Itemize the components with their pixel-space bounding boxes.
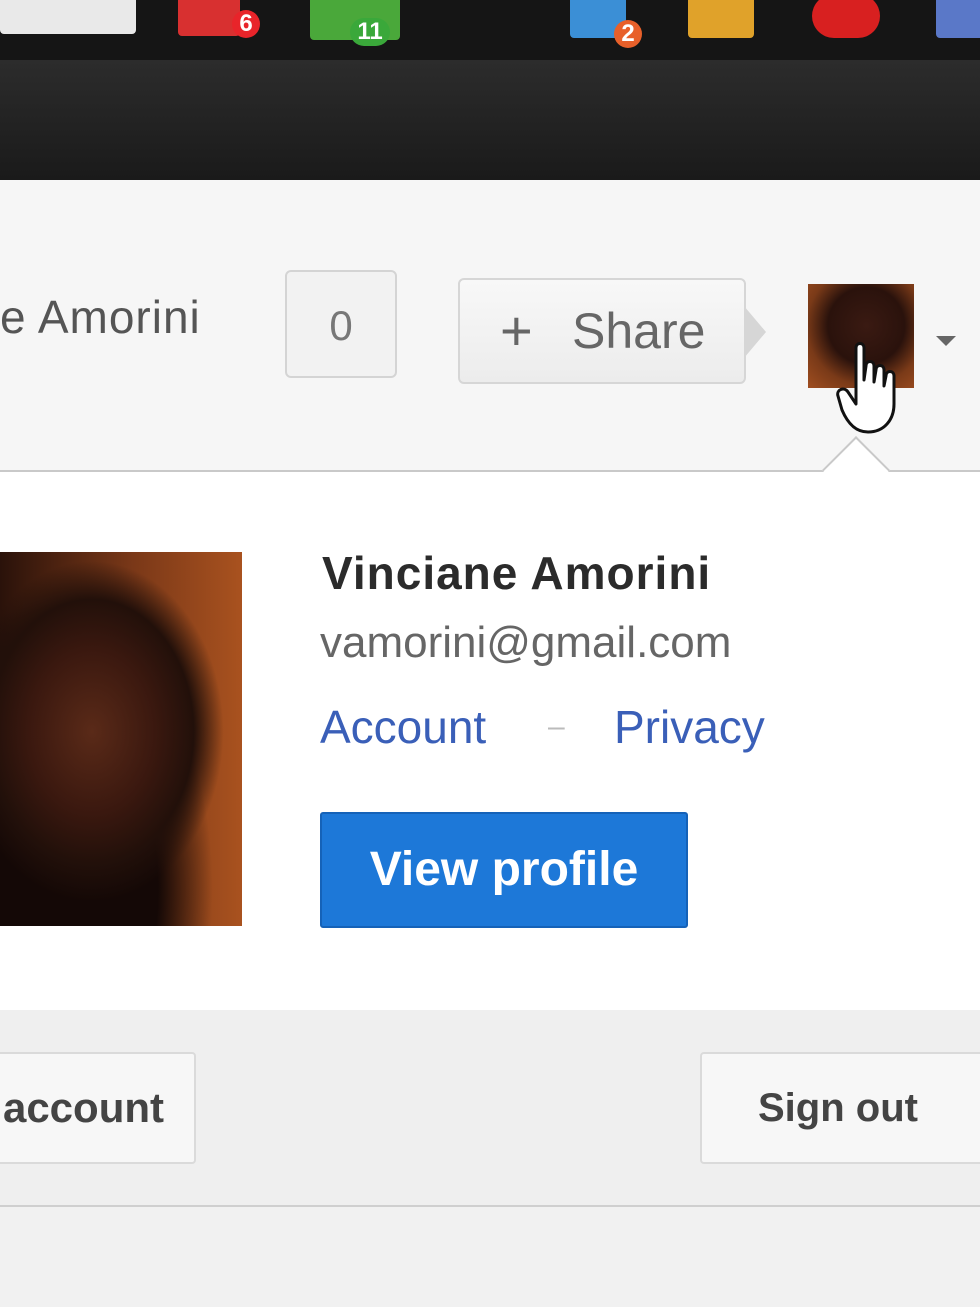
plus-icon: + <box>500 299 533 362</box>
share-label: Share <box>572 303 706 359</box>
tool-icon[interactable] <box>688 0 754 38</box>
taskbar: 6 11 2 <box>0 0 980 60</box>
profile-photo[interactable] <box>0 552 242 926</box>
share-button[interactable]: + Share <box>458 278 746 384</box>
cloud-badge: 2 <box>614 20 642 48</box>
privacy-link[interactable]: Privacy <box>614 700 765 754</box>
plusone-count[interactable]: 0 <box>285 270 397 378</box>
user-name: Vinciane Amorini <box>322 547 712 599</box>
hand-cursor-icon <box>836 342 896 434</box>
google-bar <box>0 60 980 180</box>
shield-icon[interactable] <box>812 0 880 38</box>
add-account-button[interactable]: account <box>0 1052 196 1164</box>
chevron-down-icon[interactable] <box>936 336 956 346</box>
user-email: vamorini@gmail.com <box>320 618 732 667</box>
header-user-name[interactable]: e Amorini <box>0 290 201 344</box>
app-badge: 11 <box>350 18 390 46</box>
mail-badge: 6 <box>232 10 260 38</box>
star-icon[interactable] <box>0 0 136 34</box>
account-link[interactable]: Account <box>320 700 486 754</box>
sign-out-button[interactable]: Sign out <box>700 1052 980 1164</box>
share-arrow <box>744 306 766 358</box>
link-separator: – <box>548 710 565 743</box>
app-icon[interactable] <box>936 0 980 38</box>
view-profile-button[interactable]: View profile <box>320 812 688 928</box>
mail-icon[interactable] <box>178 0 240 36</box>
